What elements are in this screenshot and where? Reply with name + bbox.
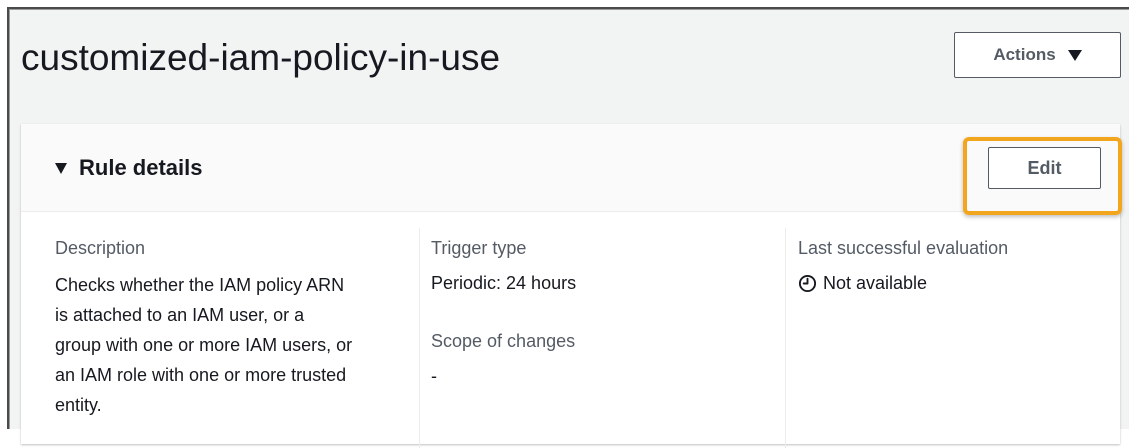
clock-icon — [798, 274, 817, 293]
edit-button[interactable]: Edit — [988, 147, 1101, 189]
caret-down-icon — [1067, 50, 1082, 61]
triangle-down-icon — [55, 162, 67, 174]
scope-of-changes-value: - — [431, 366, 437, 386]
description-label: Description — [55, 238, 146, 258]
actions-button[interactable]: Actions — [954, 32, 1121, 78]
rule-details-header: Rule details — [21, 124, 1120, 212]
description-value: Checks whether the IAM policy ARN is att… — [55, 275, 353, 415]
rule-details-panel: Rule details Description Checks whether … — [21, 124, 1120, 448]
actions-button-label: Actions — [993, 45, 1056, 64]
evaluation-column: Last successful evaluation Not available — [785, 228, 1115, 448]
trigger-column: Trigger type Periodic: 24 hours Scope of… — [419, 228, 759, 448]
rule-details-columns: Description Checks whether the IAM polic… — [21, 212, 1120, 448]
page-frame: customized-iam-policy-in-use Actions Rul… — [7, 7, 1129, 448]
scope-of-changes-label: Scope of changes — [431, 331, 576, 351]
last-evaluation-value: Not available — [823, 273, 928, 293]
trigger-type-value: Periodic: 24 hours — [431, 273, 577, 293]
last-evaluation-status: Not available — [798, 270, 1115, 297]
description-column: Description Checks whether the IAM polic… — [55, 236, 395, 420]
trigger-type-label: Trigger type — [431, 238, 527, 258]
last-evaluation-label: Last successful evaluation — [798, 238, 1009, 258]
page-title: customized-iam-policy-in-use — [21, 37, 501, 78]
rule-details-title: Rule details — [79, 155, 203, 180]
rule-details-toggle[interactable]: Rule details — [55, 154, 202, 182]
